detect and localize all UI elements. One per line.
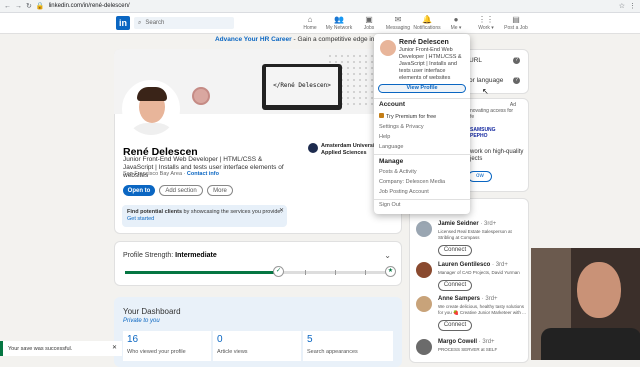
menu-item-language[interactable]: Language xyxy=(379,144,403,150)
bell-icon: 🔔 xyxy=(422,15,432,24)
dropdown-name: René Delescen xyxy=(399,39,449,46)
menu-item-job-posting[interactable]: Job Posting Account xyxy=(379,189,429,195)
avatar[interactable] xyxy=(416,296,432,312)
laptop-decor: </René Delescen> xyxy=(262,64,342,110)
find-clients-card: Find potential clients by showcasing the… xyxy=(122,205,287,227)
dashboard-card: Your Dashboard Private to you 16 Who vie… xyxy=(114,297,402,367)
nav-post-job[interactable]: ▤ Post a Job xyxy=(502,15,530,31)
people-suggestions-card: Jamie Seidner · 3rd+ Licensed Real Estat… xyxy=(409,198,529,363)
stat-article-views[interactable]: 0 Article views xyxy=(213,331,301,361)
avatar[interactable] xyxy=(416,339,432,355)
dashboard-subtitle: Private to you xyxy=(123,318,160,324)
star-icon[interactable]: ☆ xyxy=(619,2,625,10)
check-icon: ✓ xyxy=(273,266,284,277)
add-section-button[interactable]: Add section xyxy=(159,185,203,196)
open-to-button[interactable]: Open to xyxy=(123,185,155,196)
connect-button[interactable]: Connect xyxy=(438,280,472,291)
more-button[interactable]: More xyxy=(207,185,233,196)
star-icon: ★ xyxy=(385,266,396,277)
nav-my-network[interactable]: 👥 My Network xyxy=(325,15,353,31)
contact-info-link[interactable]: Contact info xyxy=(187,171,219,177)
avatar[interactable] xyxy=(416,262,432,278)
post-job-icon: ▤ xyxy=(512,15,520,24)
profile-photo[interactable] xyxy=(122,80,180,138)
help-icon[interactable]: ? xyxy=(513,57,520,64)
webcam-overlay xyxy=(531,248,640,360)
get-started-link[interactable]: Get started xyxy=(127,216,154,222)
search-placeholder: Search xyxy=(145,20,165,26)
jobs-icon: ▣ xyxy=(365,15,373,24)
stat-search-appearances[interactable]: 5 Search appearances xyxy=(303,331,393,361)
messaging-icon: ✉ xyxy=(394,15,402,24)
sign-out-link[interactable]: Sign Out xyxy=(379,202,400,208)
close-icon[interactable]: ✕ xyxy=(112,344,117,351)
strength-fill xyxy=(125,271,279,274)
browser-bar: ← → ↻ 🔒 linkedin.com/in/rené-delescen/ ☆… xyxy=(0,0,640,13)
dropdown-headline: Junior Front-End Web Developer | HTML/CS… xyxy=(399,47,462,81)
chevron-down-icon[interactable]: ⌄ xyxy=(384,251,391,260)
avatar[interactable] xyxy=(416,221,432,237)
profile-location: San Francisco Bay Area · Contact info xyxy=(123,171,219,177)
menu-item-company[interactable]: Company: Delescen Media xyxy=(379,179,445,185)
help-icon[interactable]: ? xyxy=(513,77,520,84)
edit-url-link[interactable]: URL xyxy=(469,57,482,64)
ad-follow-button[interactable]: ow xyxy=(468,171,492,182)
strength-level: Intermediate xyxy=(175,252,217,259)
divider xyxy=(374,98,470,99)
connect-button[interactable]: Connect xyxy=(438,245,472,256)
mouse-cursor: ↖ xyxy=(482,87,489,96)
menu-item-posts[interactable]: Posts & Activity xyxy=(379,169,417,175)
home-icon: ⌂ xyxy=(307,15,313,24)
university-logo-icon xyxy=(308,143,318,153)
me-dropdown-menu: René Delescen Junior Front-End Web Devel… xyxy=(374,34,470,214)
close-icon[interactable]: ✕ xyxy=(279,208,284,215)
clock-decor xyxy=(192,87,210,105)
stat-profile-viewers[interactable]: 16 Who viewed your profile xyxy=(123,331,211,361)
nav-notifications[interactable]: 🔔 Notifications xyxy=(413,15,441,31)
linkedin-logo[interactable]: in xyxy=(116,16,130,30)
samsung-logo: SAMSUNG PEPHO xyxy=(470,127,496,139)
avatar: ● xyxy=(453,15,459,24)
back-icon[interactable]: ← xyxy=(4,3,11,10)
promo-banner[interactable]: Advance Your HR Career - Gain a competit… xyxy=(0,36,640,43)
promo-link[interactable]: Advance Your HR Career xyxy=(215,36,292,43)
connect-button[interactable]: Connect xyxy=(438,320,472,331)
search-icon: ⌕ xyxy=(138,19,142,26)
strength-meter: ✓ ★ xyxy=(125,266,396,277)
divider xyxy=(374,154,470,155)
divider xyxy=(374,199,470,200)
url-bar[interactable]: linkedin.com/in/rené-delescen/ xyxy=(49,3,615,9)
search-input[interactable]: ⌕ Search xyxy=(134,17,234,29)
nav-messaging[interactable]: ✉ Messaging xyxy=(384,15,412,31)
menu-item-help[interactable]: Help xyxy=(379,134,390,140)
dashboard-title: Your Dashboard xyxy=(123,307,181,316)
network-icon: 👥 xyxy=(334,15,344,24)
nav-jobs[interactable]: ▣ Jobs xyxy=(355,15,383,31)
lock-icon: 🔒 xyxy=(35,3,45,10)
nav-work[interactable]: ⋮⋮ Work ▾ xyxy=(472,15,500,31)
account-header: Account xyxy=(379,101,405,108)
premium-icon xyxy=(379,113,384,118)
menu-dots-icon[interactable]: ⋮ xyxy=(629,2,636,10)
forward-icon[interactable]: → xyxy=(15,3,22,10)
nav-home[interactable]: ⌂ Home xyxy=(296,15,324,31)
add-language-link[interactable]: or language xyxy=(469,77,503,84)
avatar xyxy=(380,40,396,56)
grid-icon: ⋮⋮ xyxy=(478,15,494,24)
menu-item-settings[interactable]: Settings & Privacy xyxy=(379,124,424,130)
profile-strength-card: Profile Strength: Intermediate ⌄ ✓ ★ xyxy=(114,241,402,286)
save-toast: Your save was successful. ✕ xyxy=(0,341,122,356)
top-nav: in ⌕ Search ⌂ Home 👥 My Network ▣ Jobs ✉ Mes… xyxy=(0,13,640,34)
laptop-screen-text: </René Delescen> xyxy=(266,67,338,105)
nav-me[interactable]: ● Me ▾ xyxy=(442,15,470,31)
manage-header: Manage xyxy=(379,158,404,165)
menu-item-premium[interactable]: Try Premium for free xyxy=(379,113,436,120)
reload-icon[interactable]: ↻ xyxy=(26,2,32,10)
view-profile-button[interactable]: View Profile xyxy=(378,84,466,93)
